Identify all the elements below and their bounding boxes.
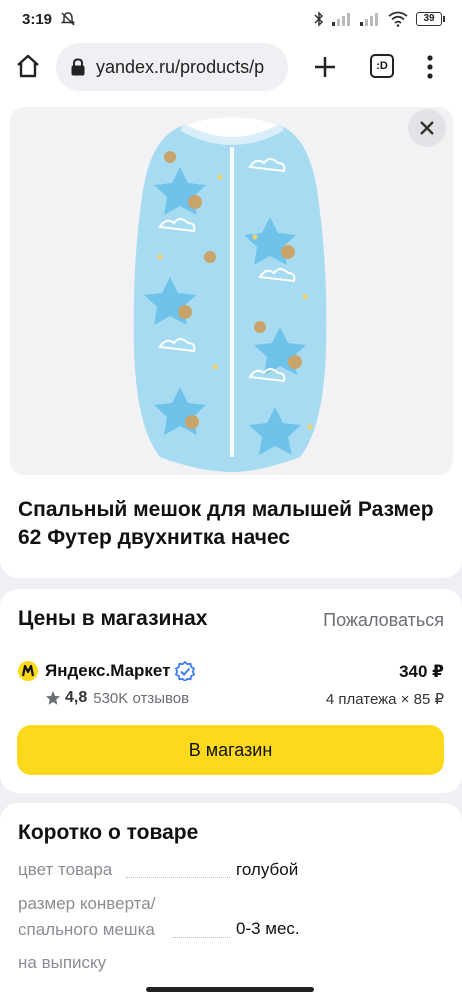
product-card: Спальный мешок для малышей Размер 62 Фут… (0, 96, 462, 578)
rating-value: 4,8 (65, 689, 88, 706)
bluetooth-icon (314, 11, 324, 27)
spec-dots (172, 937, 230, 938)
about-card: Коротко о товаре цвет товара голубой раз… (0, 803, 462, 1000)
prices-heading: Цены в магазинах (18, 607, 208, 630)
status-bar: 3:19 39 (0, 0, 462, 38)
reviews-count: 530K отзывов (93, 689, 190, 707)
shop-name: Яндекс.Маркет (45, 661, 171, 680)
go-to-shop-label: В магазин (188, 739, 273, 760)
installments-text: 4 платежа × 85 ₽ (325, 691, 444, 708)
tabs-count: :D (376, 60, 388, 72)
close-button[interactable] (408, 109, 446, 147)
yandex-market-logo-icon (18, 661, 38, 681)
shop-rating: 4,8 530K отзывов (45, 689, 189, 707)
verified-icon (175, 661, 196, 681)
signal-icon (332, 13, 350, 26)
shop-row[interactable]: Яндекс.Маркет (18, 661, 196, 681)
prices-card: Цены в магазинах Пожаловаться Яндекс.Мар… (0, 589, 462, 793)
wifi-icon (388, 11, 408, 27)
new-tab-icon[interactable] (310, 52, 340, 82)
spec-label-discharge: на выписку (18, 953, 107, 972)
product-image[interactable] (10, 107, 453, 475)
spec-label-color: цвет товара (18, 860, 113, 879)
battery-icon: 39 (416, 12, 445, 26)
close-icon (420, 121, 434, 135)
address-bar[interactable]: yandex.ru/products/p (56, 43, 288, 91)
spec-value-color: голубой (236, 860, 299, 879)
url-text: yandex.ru/products/p (96, 56, 265, 77)
home-icon[interactable] (14, 52, 42, 80)
spec-value-size: 0-3 мес. (236, 919, 300, 938)
status-time: 3:19 (22, 10, 53, 28)
spec-label-size: размер конверта/ спального мешка (18, 894, 156, 939)
notifications-muted-icon (60, 12, 76, 26)
home-indicator[interactable] (146, 987, 314, 992)
complain-link[interactable]: Пожаловаться (323, 610, 444, 631)
tabs-button[interactable]: :D (370, 54, 394, 78)
browser-toolbar: yandex.ru/products/p :D (0, 38, 462, 96)
spec-dots (126, 877, 230, 878)
star-icon (46, 691, 60, 705)
signal-icon-2 (360, 13, 378, 26)
about-heading: Коротко о товаре (18, 821, 199, 844)
lock-icon (71, 58, 85, 76)
shop-price: 340 ₽ (399, 662, 444, 681)
product-title: Спальный мешок для малышей Размер 62 Фут… (18, 498, 434, 549)
go-to-shop-button[interactable]: В магазин (17, 725, 444, 775)
more-menu-icon[interactable] (420, 52, 440, 82)
sleeping-bag-image-icon (133, 117, 327, 472)
